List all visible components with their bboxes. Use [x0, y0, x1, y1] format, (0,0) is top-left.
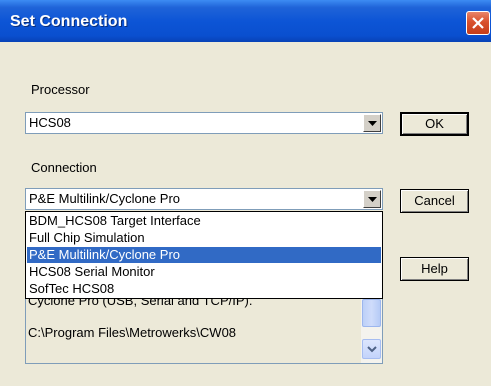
connection-label: Connection — [31, 160, 97, 175]
processor-combo[interactable]: HCS08 — [25, 112, 383, 134]
processor-value: HCS08 — [29, 115, 71, 130]
chevron-down-icon — [367, 346, 377, 353]
close-button[interactable] — [466, 11, 490, 35]
connection-info-box[interactable]: Cyclone Pro (USB, Serial and TCP/IP). C:… — [25, 293, 383, 364]
close-icon — [472, 17, 484, 29]
chevron-down-icon — [368, 121, 377, 126]
connection-dropdown-button[interactable] — [363, 190, 381, 208]
dropdown-option[interactable]: HCS08 Serial Monitor — [27, 264, 381, 280]
info-path-line: C:\Program Files\Metrowerks\CW08 — [28, 325, 237, 340]
window-title: Set Connection — [10, 13, 128, 30]
cancel-button[interactable]: Cancel — [400, 189, 469, 213]
dropdown-option[interactable]: SofTec HCS08 — [27, 281, 381, 297]
chevron-down-icon — [368, 197, 377, 202]
connection-value: P&E Multilink/Cyclone Pro — [29, 191, 180, 206]
title-bar[interactable]: Set Connection — [0, 0, 491, 42]
scroll-down-button[interactable] — [362, 339, 381, 359]
scrollbar-thumb[interactable] — [362, 299, 381, 327]
dropdown-option[interactable]: BDM_HCS08 Target Interface — [27, 213, 381, 229]
help-button[interactable]: Help — [400, 257, 469, 281]
set-connection-dialog: Set Connection Processor HCS08 OK Connec… — [0, 0, 491, 386]
connection-dropdown-list: BDM_HCS08 Target Interface Full Chip Sim… — [25, 211, 383, 299]
dropdown-option[interactable]: Full Chip Simulation — [27, 230, 381, 246]
processor-label: Processor — [31, 82, 90, 97]
ok-button[interactable]: OK — [400, 112, 469, 136]
connection-combo[interactable]: P&E Multilink/Cyclone Pro — [25, 188, 383, 210]
info-scrollbar[interactable] — [361, 297, 382, 363]
dropdown-option-selected[interactable]: P&E Multilink/Cyclone Pro — [27, 247, 381, 263]
processor-dropdown-button[interactable] — [363, 114, 381, 132]
